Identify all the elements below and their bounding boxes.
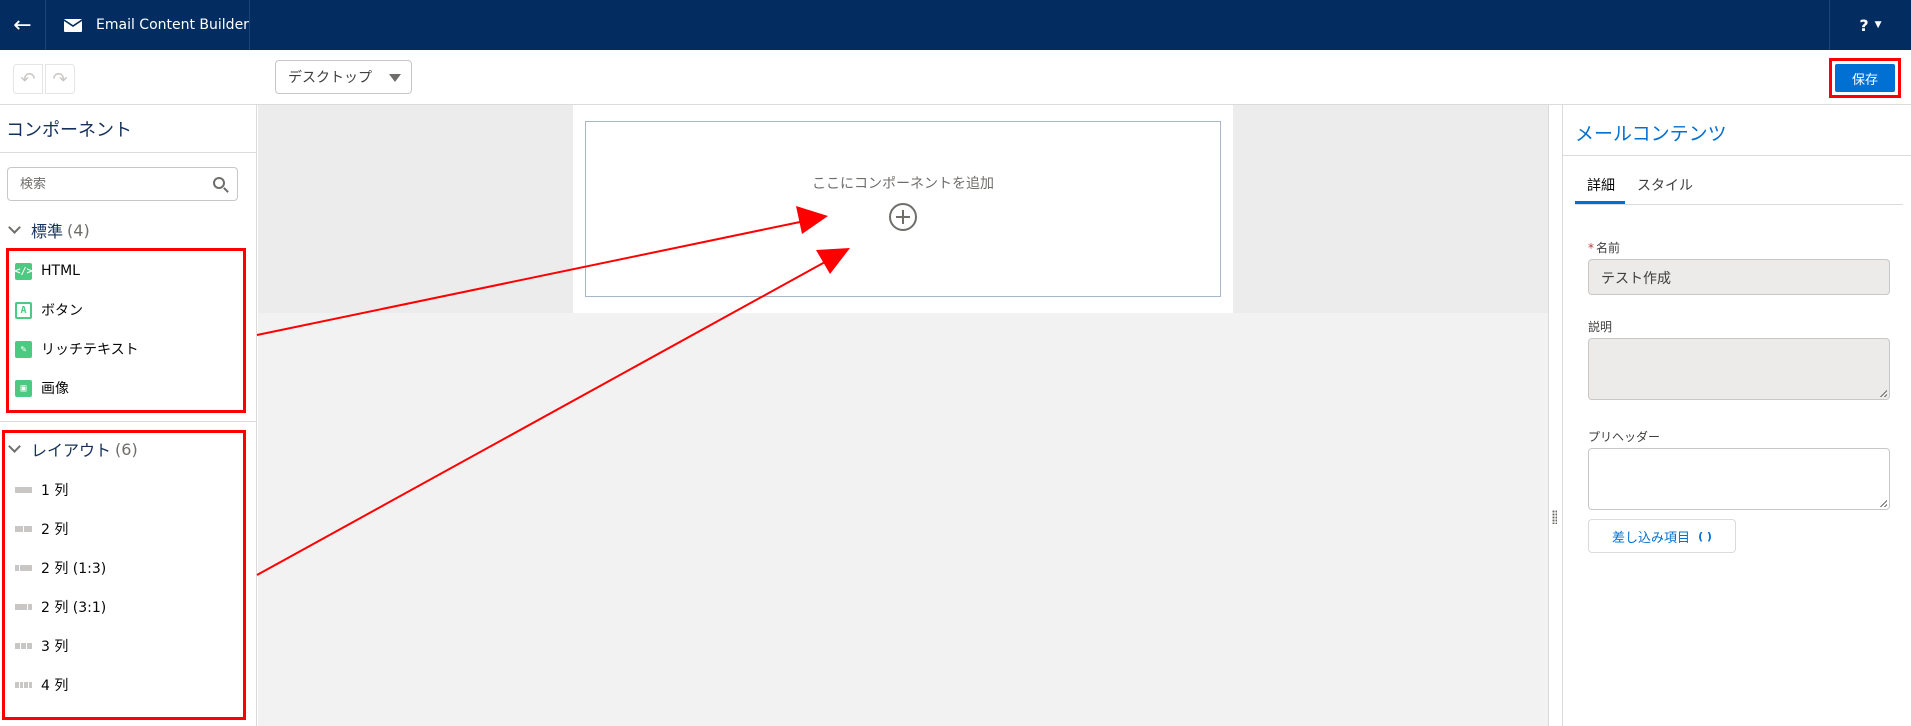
help-menu-button[interactable]: ? ▼ xyxy=(1829,0,1911,50)
layout-2-columns-1-3[interactable]: 2 列 (1:3) xyxy=(15,558,106,578)
layout-2-columns[interactable]: 2 列 xyxy=(15,519,68,539)
back-button[interactable]: ← xyxy=(0,0,46,50)
components-title: コンポーネント xyxy=(0,105,256,153)
undo-button[interactable]: ↶ xyxy=(13,64,43,94)
app-brand: Email Content Builder xyxy=(46,0,250,50)
search-icon[interactable] xyxy=(213,177,225,189)
preheader-field-label: プリヘッダー xyxy=(1588,430,1661,444)
toolbar: ↶ ↷ デスクトップ 保存 xyxy=(0,50,1911,105)
resize-grip-icon[interactable] xyxy=(1879,499,1887,507)
layout-label: 2 列 (1:3) xyxy=(41,561,107,577)
chevron-down-icon xyxy=(8,221,21,234)
search-input[interactable] xyxy=(20,176,200,192)
layout-icon xyxy=(15,526,32,532)
section-standard-count: (4) xyxy=(67,220,90,240)
device-select-value: デスクトップ xyxy=(288,70,372,86)
resize-grip-icon[interactable] xyxy=(1879,389,1887,397)
add-component-icon[interactable] xyxy=(889,203,917,231)
help-icon: ? xyxy=(1859,15,1869,35)
tab-style[interactable]: スタイル xyxy=(1625,169,1703,204)
email-canvas: ここにコンポーネントを追加 xyxy=(258,105,1548,726)
top-bar: ← Email Content Builder ? ▼ xyxy=(0,0,1911,50)
properties-title: メールコンテンツ xyxy=(1575,123,1727,145)
layout-icon xyxy=(15,682,32,688)
layout-2-columns-3-1[interactable]: 2 列 (3:1) xyxy=(15,597,106,617)
component-rich-text[interactable]: ✎ リッチテキスト xyxy=(15,339,139,359)
image-icon: ▣ xyxy=(15,379,32,397)
canvas-margin-right xyxy=(1233,105,1548,313)
layout-label: 2 列 (3:1) xyxy=(41,600,107,616)
component-label: 画像 xyxy=(41,381,69,397)
merge-field-icon: ( ) xyxy=(1698,529,1712,543)
section-standard-label: 標準 xyxy=(31,222,64,241)
save-highlight-box: 保存 xyxy=(1829,58,1901,98)
merge-field-button[interactable]: 差し込み項目 ( ) xyxy=(1588,519,1736,553)
merge-field-label: 差し込み項目 xyxy=(1612,530,1691,546)
canvas-margin-left xyxy=(258,105,573,313)
component-button[interactable]: A ボタン xyxy=(15,300,83,320)
layout-1-column[interactable]: 1 列 xyxy=(15,480,68,500)
device-select[interactable]: デスクトップ xyxy=(275,60,412,94)
email-body: ここにコンポーネントを追加 xyxy=(573,105,1233,313)
component-label: HTML xyxy=(41,263,80,279)
arrow-left-icon: ← xyxy=(13,12,32,38)
app-title: Email Content Builder xyxy=(96,17,249,33)
description-field-label: 説明 xyxy=(1588,320,1613,334)
component-image[interactable]: ▣ 画像 xyxy=(15,378,69,398)
component-html[interactable]: </> HTML xyxy=(14,261,80,281)
properties-panel: メールコンテンツ 詳細 スタイル * 名前 テスト作成 説明 プリヘッダー 差し込… xyxy=(1562,105,1911,726)
layout-icon xyxy=(15,604,32,610)
name-field-label: * 名前 xyxy=(1588,239,1620,256)
section-divider xyxy=(0,421,257,422)
preheader-textarea[interactable] xyxy=(1588,448,1890,510)
undo-icon: ↶ xyxy=(20,68,36,90)
component-label: ボタン xyxy=(41,303,83,319)
search-box xyxy=(7,167,238,201)
layout-label: 3 列 xyxy=(41,639,69,655)
component-label: リッチテキスト xyxy=(41,342,139,358)
caret-down-icon: ▼ xyxy=(1874,20,1882,30)
rich-text-icon: ✎ xyxy=(15,340,32,358)
tab-details[interactable]: 詳細 xyxy=(1575,169,1625,204)
section-standard-toggle[interactable]: 標準 (4) xyxy=(8,218,90,242)
mail-icon xyxy=(64,18,82,32)
component-dropzone[interactable]: ここにコンポーネントを追加 xyxy=(585,121,1221,297)
redo-button[interactable]: ↷ xyxy=(45,64,75,94)
panel-resize-handle[interactable] xyxy=(1548,105,1560,726)
drag-handle-icon xyxy=(1552,510,1557,524)
name-label-text: 名前 xyxy=(1596,241,1621,255)
redo-icon: ↷ xyxy=(52,68,68,90)
name-field[interactable]: テスト作成 xyxy=(1588,259,1890,295)
properties-tabs: 詳細 スタイル xyxy=(1575,169,1903,205)
layout-4-columns[interactable]: 4 列 xyxy=(15,675,68,695)
layout-label: 4 列 xyxy=(41,678,69,694)
description-textarea[interactable] xyxy=(1588,338,1890,400)
layout-label: 2 列 xyxy=(41,522,69,538)
components-panel: コンポーネント 標準 (4) </> HTML A ボタン ✎ リッチテキスト … xyxy=(0,105,257,726)
layout-icon xyxy=(15,487,32,493)
dropzone-label: ここにコンポーネントを追加 xyxy=(812,176,994,192)
properties-divider xyxy=(1563,155,1911,156)
layout-icon xyxy=(15,565,32,571)
save-button[interactable]: 保存 xyxy=(1835,64,1895,92)
dropdown-arrow-icon xyxy=(389,74,401,82)
layout-label: 1 列 xyxy=(41,483,69,499)
layout-icon xyxy=(15,643,32,649)
html-icon: </> xyxy=(14,262,33,280)
layout-3-columns[interactable]: 3 列 xyxy=(15,636,68,656)
button-icon: A xyxy=(15,301,32,319)
required-mark: * xyxy=(1588,241,1594,255)
canvas-background xyxy=(258,313,1548,726)
